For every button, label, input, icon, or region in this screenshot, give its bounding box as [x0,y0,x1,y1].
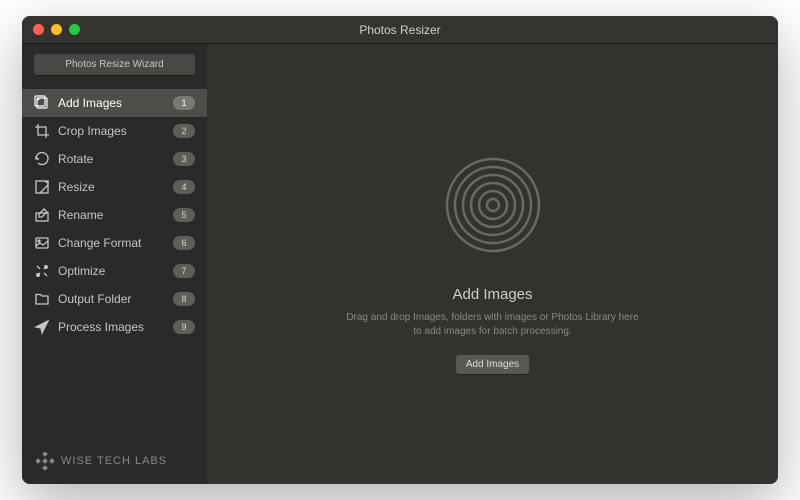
sidebar-item-label: Add Images [58,96,165,110]
sidebar-item-rename[interactable]: Rename 5 [22,201,207,229]
optimize-icon [34,263,50,279]
step-badge: 2 [173,124,195,138]
sidebar-item-label: Change Format [58,236,165,250]
sidebar-item-change-format[interactable]: Change Format 6 [22,229,207,257]
rotate-icon [34,151,50,167]
add-images-button[interactable]: Add Images [456,355,529,374]
sidebar-item-crop-images[interactable]: Crop Images 2 [22,117,207,145]
close-button[interactable] [33,24,44,35]
sidebar-item-label: Rotate [58,152,165,166]
traffic-lights [33,24,80,35]
sidebar-item-label: Optimize [58,264,165,278]
sidebar: Photos Resize Wizard Add Images 1 [22,44,207,484]
minimize-button[interactable] [51,24,62,35]
step-badge: 3 [173,152,195,166]
sidebar-item-rotate[interactable]: Rotate 3 [22,145,207,173]
titlebar[interactable]: Photos Resizer [22,16,778,44]
crop-icon [34,123,50,139]
resize-icon [34,179,50,195]
step-badge: 6 [173,236,195,250]
wizard-button[interactable]: Photos Resize Wizard [34,54,195,75]
brand-icon [36,452,54,470]
brand-label: WISE TECH LABS [22,438,207,484]
sidebar-items: Add Images 1 Crop Images 2 [22,89,207,438]
app-window: Photos Resizer Photos Resize Wizard Add … [22,16,778,484]
window-title: Photos Resizer [22,23,778,37]
sidebar-item-optimize[interactable]: Optimize 7 [22,257,207,285]
process-icon [34,319,50,335]
sidebar-item-add-images[interactable]: Add Images 1 [22,89,207,117]
content: Photos Resize Wizard Add Images 1 [22,44,778,484]
add-images-icon [34,95,50,111]
step-badge: 4 [173,180,195,194]
step-badge: 7 [173,264,195,278]
sidebar-item-label: Output Folder [58,292,165,306]
sidebar-item-label: Resize [58,180,165,194]
step-badge: 5 [173,208,195,222]
rename-icon [34,207,50,223]
main-panel[interactable]: Add Images Drag and drop Images, folders… [207,44,778,484]
sidebar-item-resize[interactable]: Resize 4 [22,173,207,201]
step-badge: 9 [173,320,195,334]
brand-text: WISE TECH LABS [61,455,167,467]
maximize-button[interactable] [69,24,80,35]
sidebar-item-output-folder[interactable]: Output Folder 8 [22,285,207,313]
step-badge: 1 [173,96,195,110]
main-title: Add Images [452,286,532,303]
format-icon [34,235,50,251]
sidebar-item-process-images[interactable]: Process Images 9 [22,313,207,341]
sidebar-item-label: Process Images [58,320,165,334]
folder-icon [34,291,50,307]
drop-target-icon [443,155,543,260]
sidebar-item-label: Rename [58,208,165,222]
sidebar-item-label: Crop Images [58,124,165,138]
main-description: Drag and drop Images, folders with image… [346,311,638,339]
step-badge: 8 [173,292,195,306]
